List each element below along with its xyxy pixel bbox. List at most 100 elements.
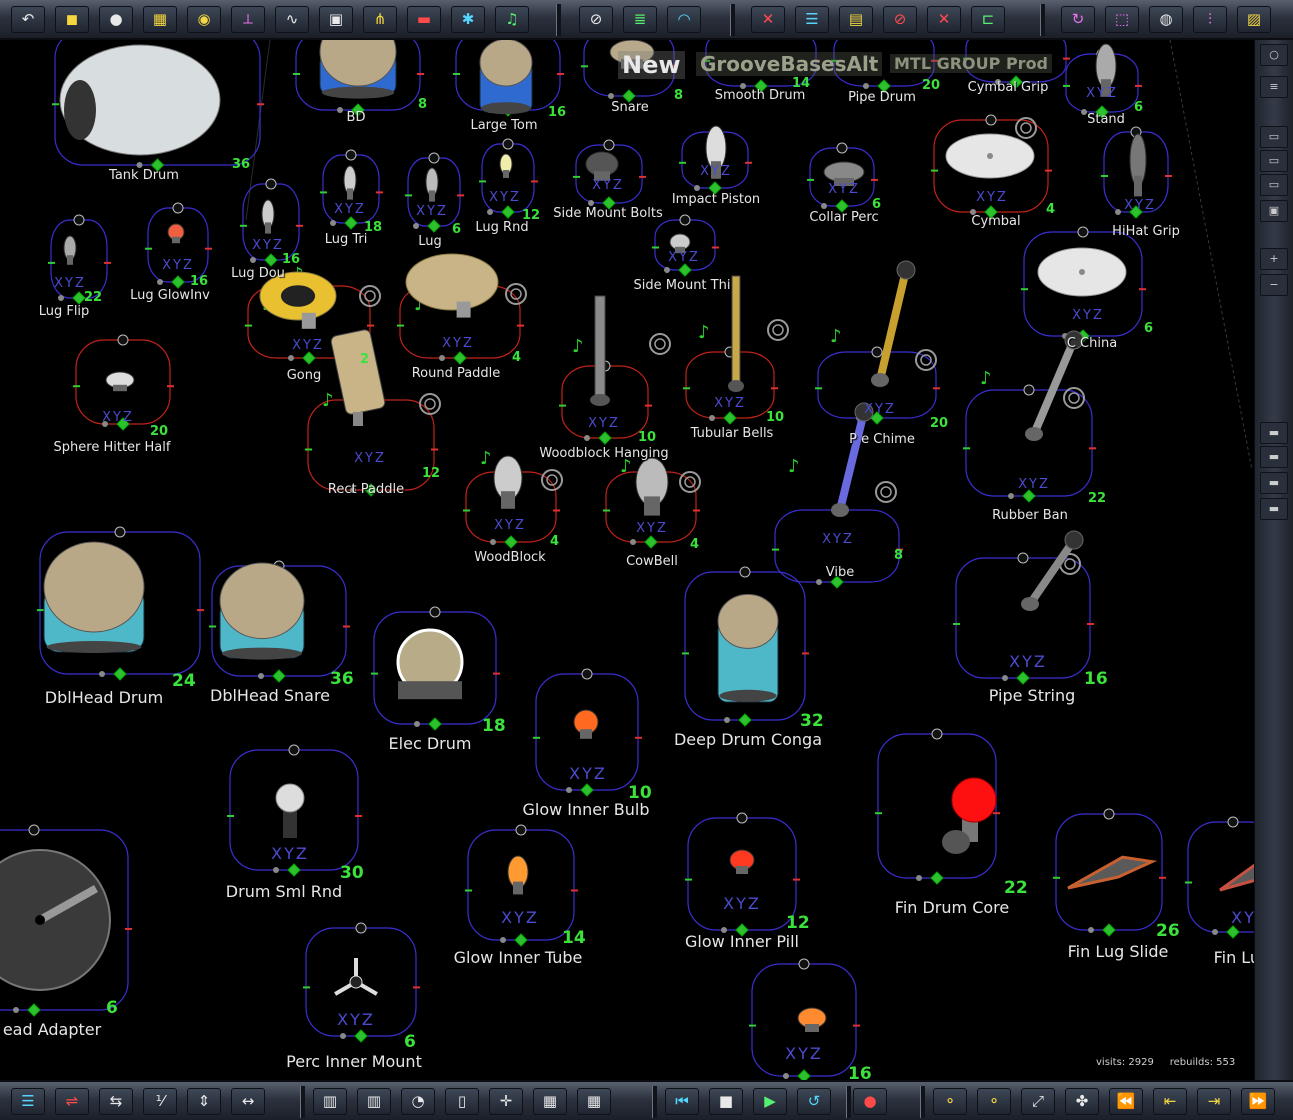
xyz-handle-cymbal[interactable]: XYZ xyxy=(976,190,1008,205)
node-label-sphere-hitter-half[interactable]: Sphere Hitter Half xyxy=(54,440,171,455)
node-label-round-paddle[interactable]: Round Paddle xyxy=(412,366,501,381)
node-label-snare[interactable]: Snare xyxy=(611,100,649,115)
node-label-hihat-grip[interactable]: HiHat Grip xyxy=(1112,224,1180,239)
xyz-handle-china[interactable]: XYZ xyxy=(1072,308,1104,323)
graph-button[interactable]: ∿ xyxy=(275,6,309,33)
node-label-rect-paddle[interactable]: Rect Paddle xyxy=(328,482,404,497)
frame-button[interactable]: ⬚ xyxy=(1105,6,1139,33)
book-button[interactable]: ▯ xyxy=(445,1088,479,1115)
xyz-handle-woodblock-hanging[interactable]: XYZ xyxy=(588,416,620,431)
node-label-lug-flip[interactable]: Lug Flip xyxy=(39,304,90,319)
music-button[interactable]: ♫ xyxy=(495,6,529,33)
node-label-stand[interactable]: Stand xyxy=(1087,112,1125,127)
xyz-handle-vibe[interactable]: XYZ xyxy=(822,532,854,547)
palette-button[interactable]: ▨ xyxy=(1237,6,1271,33)
xyz-handle-woodblock[interactable]: XYZ xyxy=(494,518,526,533)
node-label-vibe[interactable]: Vibe xyxy=(826,565,854,580)
axes-button[interactable]: ⟂ xyxy=(231,6,265,33)
node-label-drum-sml-rnd[interactable]: Drum Sml Rnd xyxy=(226,882,342,901)
undo-button[interactable]: ↶ xyxy=(11,6,45,33)
node-label-lug-glowinv[interactable]: Lug GlowInv xyxy=(130,288,210,303)
dial-button[interactable]: ◔ xyxy=(401,1088,435,1115)
node-label-fin-lug-slide[interactable]: Fin Lug Slide xyxy=(1068,942,1169,961)
close-button[interactable]: ✕ xyxy=(927,6,961,33)
node-label-fin-lug-r[interactable]: Fin Lug R xyxy=(1214,948,1254,967)
node-label-china[interactable]: C China xyxy=(1067,336,1117,351)
node-label-dblhead-drum[interactable]: DblHead Drum xyxy=(45,688,163,707)
cube-button[interactable]: ◼ xyxy=(55,6,89,33)
xyz-handle-gong[interactable]: XYZ xyxy=(292,338,324,353)
list-button[interactable]: ☰ xyxy=(795,6,829,33)
menu-button[interactable]: ≡ xyxy=(1260,76,1288,98)
delete-button[interactable]: ✕ xyxy=(751,6,785,33)
window-button[interactable]: ▭ xyxy=(1260,126,1288,148)
node-label-cymbal[interactable]: Cymbal xyxy=(971,214,1020,229)
light-button[interactable]: ● xyxy=(99,6,133,33)
zoom-in-button[interactable]: + xyxy=(1260,248,1288,270)
xyz-handle-rect-paddle[interactable]: XYZ xyxy=(354,451,386,466)
fast-forward-button[interactable]: ⏩ xyxy=(1241,1088,1275,1115)
node-label-deep-drum-conga[interactable]: Deep Drum Conga xyxy=(674,730,822,749)
node-label-tank-drum[interactable]: Tank Drum xyxy=(109,168,179,183)
node-label-cowbell[interactable]: CowBell xyxy=(626,554,678,569)
node-label-fin-drum-core[interactable]: Fin Drum Core xyxy=(895,898,1009,917)
grid-b-button[interactable]: ▦ xyxy=(577,1088,611,1115)
xyz-handle-pipe-chime[interactable]: XYZ xyxy=(864,402,896,417)
xyz-handle-perc-inner-mount[interactable]: XYZ xyxy=(337,1010,375,1029)
layers-button[interactable]: ▤ xyxy=(839,6,873,33)
node-label-head-adapter[interactable]: ead Adapter xyxy=(3,1020,101,1039)
stop-button[interactable]: ■ xyxy=(709,1088,743,1115)
xyz-handle-impact-piston[interactable]: XYZ xyxy=(700,164,732,179)
refresh-button[interactable]: ↻ xyxy=(1061,6,1095,33)
xyz-handle-pipe-string[interactable]: XYZ xyxy=(1009,652,1047,671)
fountain-button[interactable]: ⋔ xyxy=(363,6,397,33)
xyz-handle-lug[interactable]: XYZ xyxy=(416,204,448,219)
xyz-handle-side-mount-bolts[interactable]: XYZ xyxy=(592,178,624,193)
route-button[interactable]: ⇌ xyxy=(55,1088,89,1115)
node-label-bd[interactable]: BD xyxy=(347,110,366,125)
node-label-lug-rnd[interactable]: Lug Rnd xyxy=(475,220,528,235)
node-label-glow-inner-tube[interactable]: Glow Inner Tube xyxy=(454,948,583,967)
node-label-rubber-band[interactable]: Rubber Ban xyxy=(992,508,1068,523)
bars-button[interactable]: ▥ xyxy=(357,1088,391,1115)
film-button[interactable]: ▬ xyxy=(407,6,441,33)
xyz-handle-rubber-band[interactable]: XYZ xyxy=(1018,477,1050,492)
numbers-button[interactable]: ⅟ xyxy=(143,1088,177,1115)
view-c-button[interactable]: ▬ xyxy=(1260,472,1288,494)
xyz-handle-hihat-grip[interactable]: XYZ xyxy=(1124,198,1156,213)
xyz-handle-lug-dou[interactable]: XYZ xyxy=(252,238,284,253)
record-button[interactable]: ● xyxy=(853,1088,887,1115)
record-mode-button[interactable]: ○ xyxy=(1260,44,1288,66)
stack-button[interactable]: ≣ xyxy=(623,6,657,33)
xyz-handle-drum-sml-rnd[interactable]: XYZ xyxy=(271,844,309,863)
xyz-handle-lug-tri[interactable]: XYZ xyxy=(334,202,366,217)
view-d-button[interactable]: ▬ xyxy=(1260,498,1288,520)
sliders-button[interactable]: ⫶ xyxy=(1193,6,1227,33)
node-label-side-mount-thi[interactable]: Side Mount Thi xyxy=(634,278,731,293)
spotlight-button[interactable]: ◉ xyxy=(187,6,221,33)
node-label-lug[interactable]: Lug xyxy=(418,234,442,249)
xyz-handle-glow-inner-tube[interactable]: XYZ xyxy=(501,908,539,927)
play-button[interactable]: ▶ xyxy=(753,1088,787,1115)
node-label-tubular-bells[interactable]: Tubular Bells xyxy=(691,426,774,441)
node-label-collar-perc[interactable]: Collar Perc xyxy=(809,210,878,225)
xyz-handle-round-paddle[interactable]: XYZ xyxy=(442,336,474,351)
grid-button[interactable]: ▦ xyxy=(143,6,177,33)
move-button[interactable]: ⇆ xyxy=(99,1088,133,1115)
xyz-handle-tubular-bells[interactable]: XYZ xyxy=(714,396,746,411)
xyz-handle-glow-inner-bulb[interactable]: XYZ xyxy=(569,764,607,783)
node-label-elec-drum[interactable]: Elec Drum xyxy=(389,734,472,753)
node-label-pipe-drum[interactable]: Pipe Drum xyxy=(848,90,916,105)
step-back-button[interactable]: ⇤ xyxy=(1153,1088,1187,1115)
node-label-gong[interactable]: Gong xyxy=(287,368,322,383)
node-label-cymbal-grip[interactable]: Cymbal Grip xyxy=(968,80,1049,95)
span-button[interactable]: ↔ xyxy=(231,1088,265,1115)
node-label-pipe-chime[interactable]: P e Chime xyxy=(849,432,915,447)
link-button[interactable]: ⊘ xyxy=(579,6,613,33)
node-label-large-tom[interactable]: Large Tom xyxy=(470,118,537,133)
xyz-handle-lug-glowinv[interactable]: XYZ xyxy=(162,258,194,273)
node-label-woodblock[interactable]: WoodBlock xyxy=(474,550,545,565)
align-button[interactable]: ☰ xyxy=(11,1088,45,1115)
transform-button[interactable]: ✱ xyxy=(451,6,485,33)
xyz-handle-side-mount-thi[interactable]: XYZ xyxy=(668,250,700,265)
